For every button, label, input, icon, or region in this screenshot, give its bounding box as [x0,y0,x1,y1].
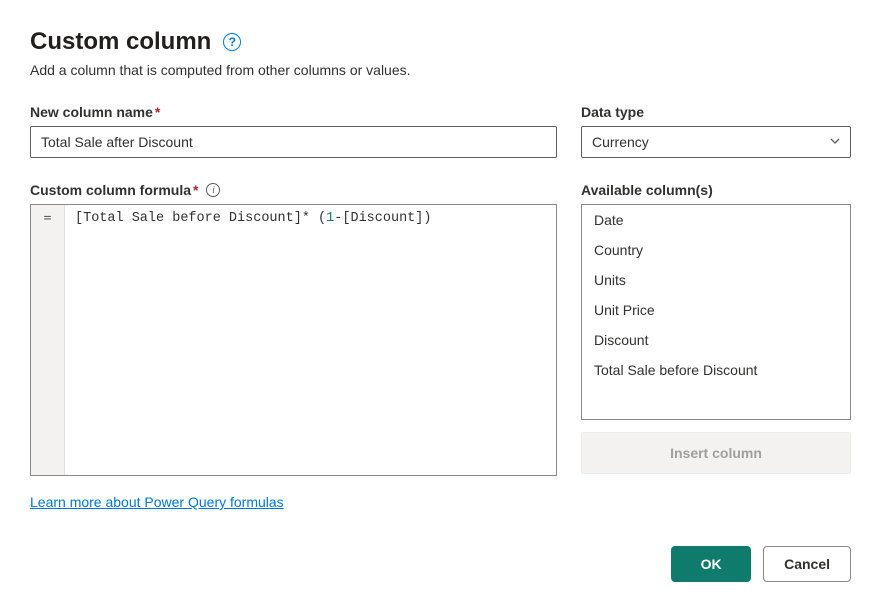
list-item[interactable]: Unit Price [582,295,850,325]
dialog-subtitle: Add a column that is computed from other… [30,62,851,78]
list-item[interactable]: Discount [582,325,850,355]
insert-column-button: Insert column [581,432,851,474]
formula-gutter: = [31,205,65,475]
column-name-label-text: New column name [30,104,153,120]
required-asterisk: * [155,104,160,120]
available-columns-list[interactable]: Date Country Units Unit Price Discount T… [581,204,851,420]
available-columns-label: Available column(s) [581,182,851,198]
list-item[interactable]: Units [582,265,850,295]
ok-button[interactable]: OK [671,546,751,582]
data-type-label: Data type [581,104,851,120]
learn-more-link[interactable]: Learn more about Power Query formulas [30,494,284,510]
cancel-button[interactable]: Cancel [763,546,851,582]
list-item[interactable]: Country [582,235,850,265]
formula-label: Custom column formula* [30,182,198,198]
data-type-select[interactable] [581,126,851,158]
formula-code[interactable]: [Total Sale before Discount]* (1-[Discou… [65,205,556,475]
formula-label-text: Custom column formula [30,182,191,198]
dialog-title: Custom column [30,28,211,56]
column-name-label: New column name* [30,104,557,120]
list-item[interactable]: Date [582,205,850,235]
formula-editor[interactable]: = [Total Sale before Discount]* (1-[Disc… [30,204,557,476]
info-icon[interactable]: i [206,183,220,197]
list-item[interactable]: Total Sale before Discount [582,355,850,385]
column-name-input[interactable] [30,126,557,158]
help-icon[interactable]: ? [223,33,241,51]
required-asterisk: * [193,182,198,198]
